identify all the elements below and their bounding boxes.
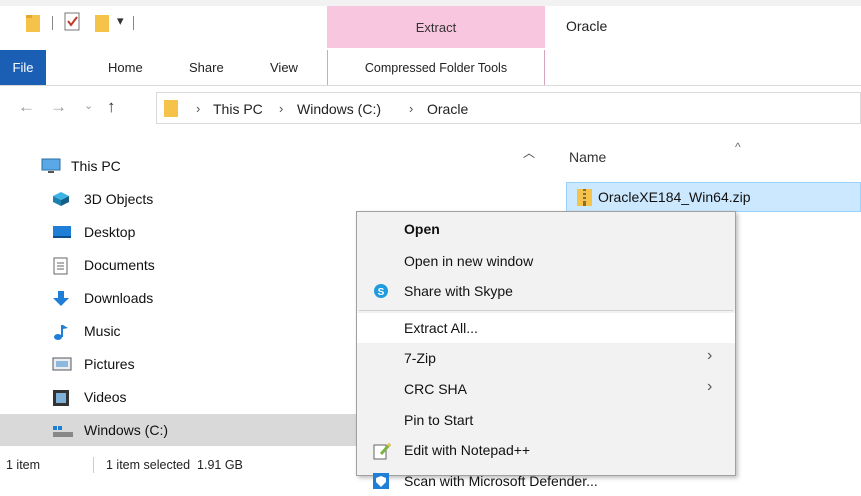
scroll-up-chevron-icon[interactable]: ︿ (523, 144, 535, 161)
sidebar-item-label: 3D Objects (84, 191, 154, 207)
menu-separator (359, 310, 733, 311)
tab-file[interactable]: File (0, 50, 46, 85)
breadcrumb-windows-c[interactable]: Windows (C:) (297, 101, 381, 117)
breadcrumb-this-pc[interactable]: This PC (213, 101, 263, 117)
contextual-tab-header-label: Extract (415, 20, 457, 35)
sidebar-item-label: Desktop (84, 224, 136, 240)
toolbar-separator (52, 16, 53, 30)
menu-item-label: Open (404, 221, 440, 237)
this-pc-icon (41, 158, 61, 174)
tab-home[interactable]: Home (108, 60, 143, 75)
breadcrumb-separator: › (196, 101, 201, 116)
menu-item-pin-to-start[interactable]: Pin to Start (357, 405, 735, 435)
tab-compressed-folder-tools[interactable]: Compressed Folder Tools (327, 50, 545, 85)
status-item-count: 1 item (6, 458, 41, 472)
sidebar-item-label: Pictures (84, 356, 135, 372)
status-divider (93, 457, 94, 473)
window-title: Oracle (566, 18, 608, 34)
column-header-name[interactable]: Name (569, 149, 606, 165)
breadcrumb-oracle[interactable]: Oracle (427, 101, 468, 117)
music-icon (52, 323, 70, 340)
menu-item-label: Scan with Microsoft Defender... (404, 473, 598, 489)
tab-view[interactable]: View (270, 60, 298, 75)
skype-icon: S (373, 283, 389, 299)
breadcrumb-separator: › (409, 101, 414, 116)
zip-folder-icon (577, 187, 593, 210)
recent-locations-chevron-icon[interactable]: ⌄ (84, 99, 93, 112)
toolbar-separator (133, 16, 134, 30)
menu-item-label: Pin to Start (404, 412, 474, 428)
menu-item-share-skype[interactable]: S Share with Skype (357, 276, 735, 306)
file-name: OracleXE184_Win64.zip (598, 189, 751, 205)
folder-icon (164, 98, 180, 121)
pictures-icon (52, 356, 72, 372)
videos-icon (52, 389, 70, 406)
submenu-chevron-icon: › (707, 378, 713, 395)
menu-item-label: Edit with Notepad++ (404, 442, 531, 458)
sort-ascending-icon: ^ (735, 140, 741, 154)
sidebar-item-label: This PC (71, 158, 121, 174)
documents-icon (52, 257, 70, 275)
tab-share[interactable]: Share (189, 60, 224, 75)
forward-arrow-icon[interactable]: → (50, 97, 67, 117)
menu-item-label: CRC SHA (404, 381, 468, 397)
folder-icon[interactable] (26, 13, 40, 32)
menu-item-scan-defender[interactable]: Scan with Microsoft Defender... (357, 466, 735, 496)
3d-objects-icon (52, 191, 70, 207)
notepad-plus-icon (373, 442, 392, 460)
menu-item-7zip[interactable]: 7-Zip › (357, 343, 735, 373)
customize-toolbar-icon[interactable]: ▾ (117, 13, 124, 29)
svg-text:S: S (378, 287, 385, 298)
sidebar-item-label: Downloads (84, 290, 154, 306)
status-selection: 1 item selected 1.91 GB (106, 458, 243, 472)
back-arrow-icon[interactable]: ← (18, 97, 35, 117)
up-arrow-icon[interactable]: ↑ (107, 97, 116, 117)
sidebar-item-label: Windows (C:) (84, 422, 169, 438)
menu-item-label: Open in new window (404, 253, 534, 269)
menu-item-label: 7-Zip (404, 350, 436, 366)
submenu-chevron-icon: › (707, 347, 713, 364)
menu-item-label: Extract All... (404, 320, 478, 336)
sidebar-item-label: Documents (84, 257, 155, 273)
menu-item-open[interactable]: Open (357, 214, 735, 244)
menu-item-extract-all[interactable]: Extract All... (357, 313, 735, 343)
menu-item-open-new-window[interactable]: Open in new window (357, 246, 735, 276)
menu-item-label: Share with Skype (404, 283, 513, 299)
sidebar-item-label: Videos (84, 389, 127, 405)
context-menu: Open Open in new window S Share with Sky… (356, 211, 736, 489)
breadcrumb-separator: › (279, 101, 284, 116)
desktop-icon (52, 224, 71, 240)
sidebar-item-label: Music (84, 323, 121, 339)
sidebar-item-this-pc[interactable]: This PC (0, 150, 520, 182)
menu-item-crc-sha[interactable]: CRC SHA › (357, 374, 735, 404)
properties-icon[interactable] (64, 12, 82, 35)
downloads-icon (52, 290, 70, 306)
drive-icon (52, 422, 73, 438)
menu-item-edit-notepad-plus[interactable]: Edit with Notepad++ (357, 435, 735, 465)
defender-icon (373, 473, 389, 489)
new-folder-icon[interactable] (95, 13, 111, 36)
